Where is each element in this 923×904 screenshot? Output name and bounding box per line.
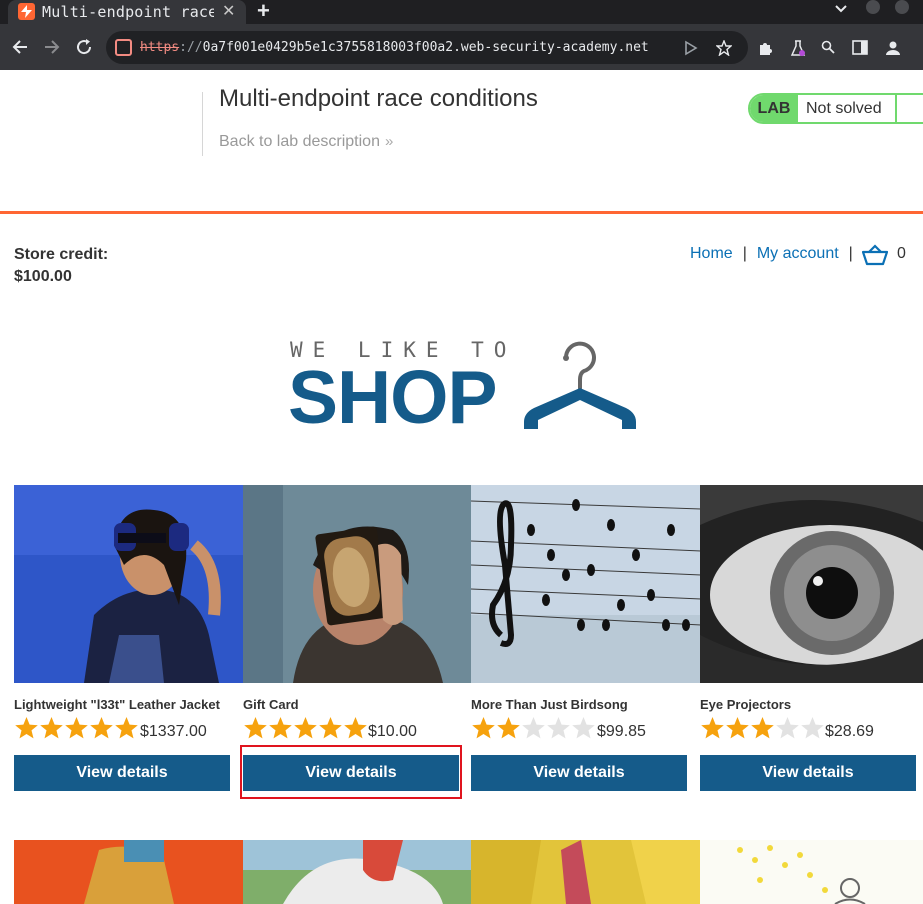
star-empty-icon — [775, 716, 800, 740]
star-filled-icon — [114, 716, 139, 740]
my-account-link[interactable]: My account — [757, 245, 839, 262]
lab-favicon-icon — [18, 3, 35, 20]
browser-toolbar: https://0a7f001e0429b5e1c3755818003f00a2… — [0, 24, 923, 70]
lab-status-widget: LAB Not solved — [748, 93, 923, 124]
window-maximize-button[interactable] — [895, 0, 909, 14]
star-filled-icon — [750, 716, 775, 740]
reload-icon[interactable] — [75, 38, 93, 61]
home-link[interactable]: Home — [690, 245, 733, 262]
lab-status-text: Not solved — [806, 100, 882, 117]
back-arrow-icon[interactable] — [11, 38, 29, 61]
product-name: Gift Card — [243, 697, 299, 712]
product-price: $28.69 — [825, 723, 874, 740]
product-name: Eye Projectors — [700, 697, 792, 712]
star-filled-icon — [725, 716, 750, 740]
new-tab-button[interactable]: + — [257, 0, 270, 24]
product-image-row2-3[interactable] — [471, 840, 701, 904]
forward-arrow-icon[interactable] — [43, 38, 61, 61]
status-divider — [895, 95, 897, 122]
cart-count[interactable]: 0 — [897, 245, 906, 263]
profile-icon[interactable] — [885, 40, 901, 61]
hanger-icon — [524, 341, 636, 429]
star-filled-icon — [14, 716, 39, 740]
send-tab-icon[interactable] — [684, 40, 698, 61]
product-price: $1337.00 — [140, 723, 207, 740]
product-image-row2-1[interactable] — [14, 840, 244, 904]
side-panel-icon[interactable] — [852, 40, 868, 60]
product-image-row2-2[interactable] — [243, 840, 473, 904]
product-image-birdsong[interactable] — [471, 485, 701, 683]
product-rating — [700, 716, 825, 740]
lab-badge: LAB — [750, 95, 798, 122]
star-filled-icon — [496, 716, 521, 740]
store-credit: Store credit: $100.00 — [14, 244, 108, 288]
star-filled-icon — [89, 716, 114, 740]
search-icon[interactable] — [821, 40, 835, 59]
nav-separator: | — [848, 245, 853, 262]
back-to-lab-description-link[interactable]: Back to lab description» — [219, 133, 393, 151]
star-filled-icon — [318, 716, 343, 740]
close-tab-icon[interactable]: ✕ — [222, 1, 235, 21]
product-rating — [243, 716, 368, 740]
product-rating — [471, 716, 596, 740]
view-details-button[interactable]: View details — [700, 755, 916, 791]
product-name: Lightweight "l33t" Leather Jacket — [14, 697, 220, 712]
browser-tab[interactable]: Multi-endpoint race conditions ✕ — [8, 0, 246, 24]
product-name: More Than Just Birdsong — [471, 697, 628, 712]
browser-tab-bar: Multi-endpoint race conditions ✕ + — [0, 0, 923, 24]
star-empty-icon — [571, 716, 596, 740]
bookmark-star-icon[interactable] — [715, 39, 733, 61]
product-image-row2-4[interactable] — [700, 840, 923, 904]
view-details-button[interactable]: View details — [14, 755, 230, 791]
product-price: $10.00 — [368, 723, 417, 740]
star-filled-icon — [293, 716, 318, 740]
star-filled-icon — [471, 716, 496, 740]
lab-flask-icon[interactable] — [790, 40, 806, 61]
url-text: https://0a7f001e0429b5e1c3755818003f00a2… — [140, 40, 649, 55]
shop-logo: WE LIKE TO SHOP — [288, 338, 644, 439]
product-image-gift-card[interactable] — [243, 485, 473, 683]
star-filled-icon — [39, 716, 64, 740]
star-empty-icon — [546, 716, 571, 740]
star-filled-icon — [243, 716, 268, 740]
header-divider — [202, 92, 203, 156]
extensions-puzzle-icon[interactable] — [757, 40, 773, 61]
star-empty-icon — [800, 716, 825, 740]
product-image-leather-jacket[interactable] — [14, 485, 244, 683]
cart-basket-icon[interactable] — [861, 244, 889, 271]
address-bar[interactable]: https://0a7f001e0429b5e1c3755818003f00a2… — [106, 31, 748, 64]
lab-title: Multi-endpoint race conditions — [219, 85, 538, 112]
nav-separator: | — [742, 245, 747, 262]
top-navigation: Home | My account | — [690, 245, 863, 263]
product-image-eye-projectors[interactable] — [700, 485, 923, 683]
lab-header: Multi-endpoint race conditions Back to l… — [0, 70, 923, 214]
store-credit-label: Store credit: — [14, 246, 109, 263]
product-price: $99.85 — [597, 723, 646, 740]
star-filled-icon — [64, 716, 89, 740]
star-filled-icon — [268, 716, 293, 740]
chevron-down-icon[interactable] — [834, 2, 848, 21]
not-secure-icon[interactable] — [115, 39, 132, 56]
logo-word: SHOP — [288, 355, 498, 439]
star-filled-icon — [343, 716, 368, 740]
star-empty-icon — [521, 716, 546, 740]
store-credit-value: $100.00 — [14, 268, 72, 285]
view-details-button[interactable]: View details — [471, 755, 687, 791]
product-rating — [14, 716, 139, 740]
selection-highlight — [240, 745, 462, 799]
tab-title: Multi-endpoint race conditions — [42, 3, 214, 21]
window-minimize-button[interactable] — [866, 0, 880, 14]
chevron-right-icon: » — [384, 133, 393, 150]
star-filled-icon — [700, 716, 725, 740]
